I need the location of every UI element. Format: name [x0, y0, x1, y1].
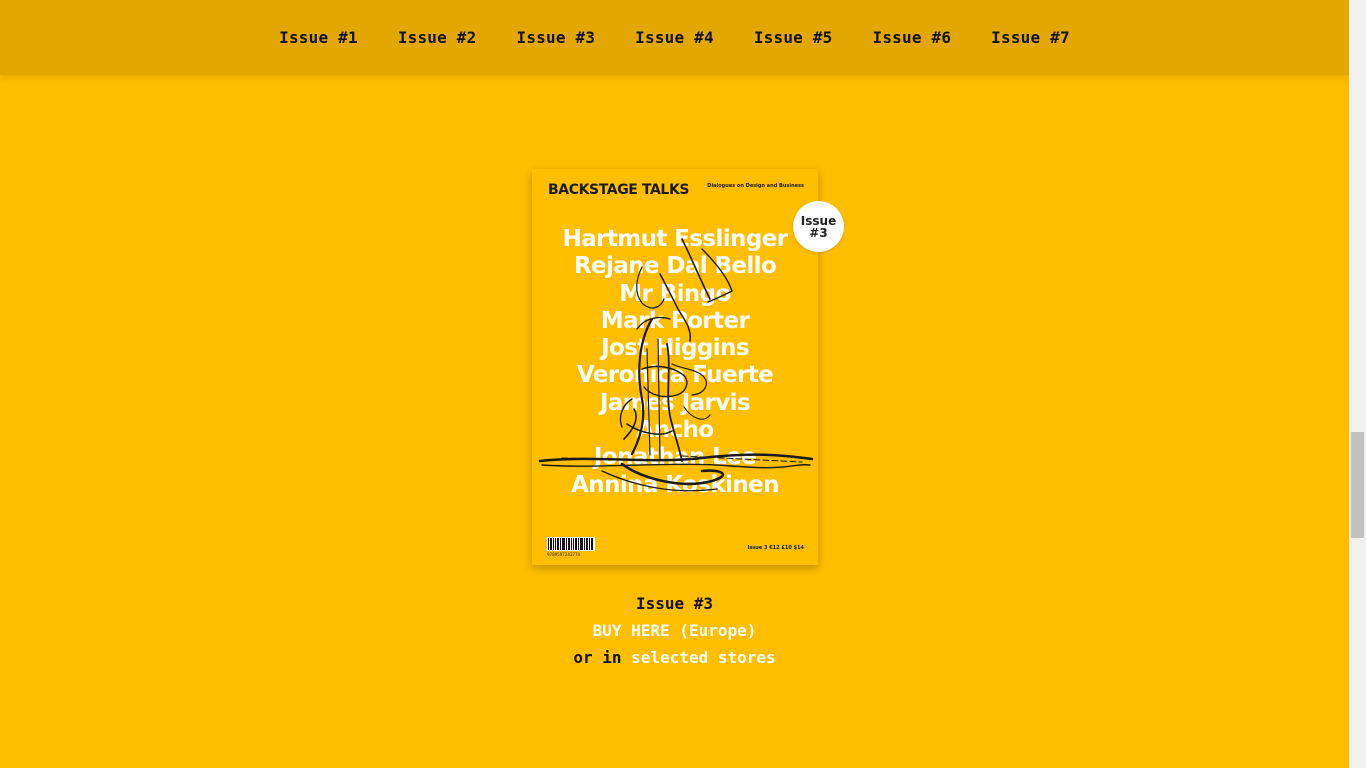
issue-title: Issue #3: [635, 594, 714, 613]
nav-issue-4[interactable]: Issue #4: [635, 28, 714, 47]
issue-badge-label: Issue: [800, 213, 837, 228]
cover-price: Issue 3 €12 £10 $14: [747, 545, 804, 551]
nav-issue-3[interactable]: Issue #3: [516, 28, 595, 47]
vertical-scrollbar[interactable]: [1349, 0, 1366, 768]
magazine-cover-image: BACKSTAGE TALKS Dialogues on Design and …: [532, 169, 818, 565]
nav-issue-7[interactable]: Issue #7: [991, 28, 1070, 47]
nav-issue-2[interactable]: Issue #2: [398, 28, 477, 47]
nav-issue-1[interactable]: Issue #1: [279, 28, 358, 47]
scrollbar-thumb[interactable]: [1351, 432, 1364, 538]
barcode-icon: [547, 537, 595, 551]
nav-issue-5[interactable]: Issue #5: [754, 28, 833, 47]
or-in-text: or in: [573, 648, 622, 667]
issue-badge-number: #3: [809, 225, 828, 240]
selected-stores-link[interactable]: selected stores: [631, 648, 776, 667]
barcode-number: 9789597243774: [547, 552, 581, 557]
issue-badge: Issue #3: [793, 201, 844, 252]
nav-issue-6[interactable]: Issue #6: [873, 28, 952, 47]
issue-navigation: Issue #1 Issue #2 Issue #3 Issue #4 Issu…: [0, 0, 1349, 75]
issue-info: Issue #3 BUY HERE (Europe) or in selecte…: [0, 590, 1349, 671]
ink-sketch-illustration: [538, 238, 814, 492]
buy-here-europe-link[interactable]: BUY HERE (Europe): [593, 621, 757, 640]
